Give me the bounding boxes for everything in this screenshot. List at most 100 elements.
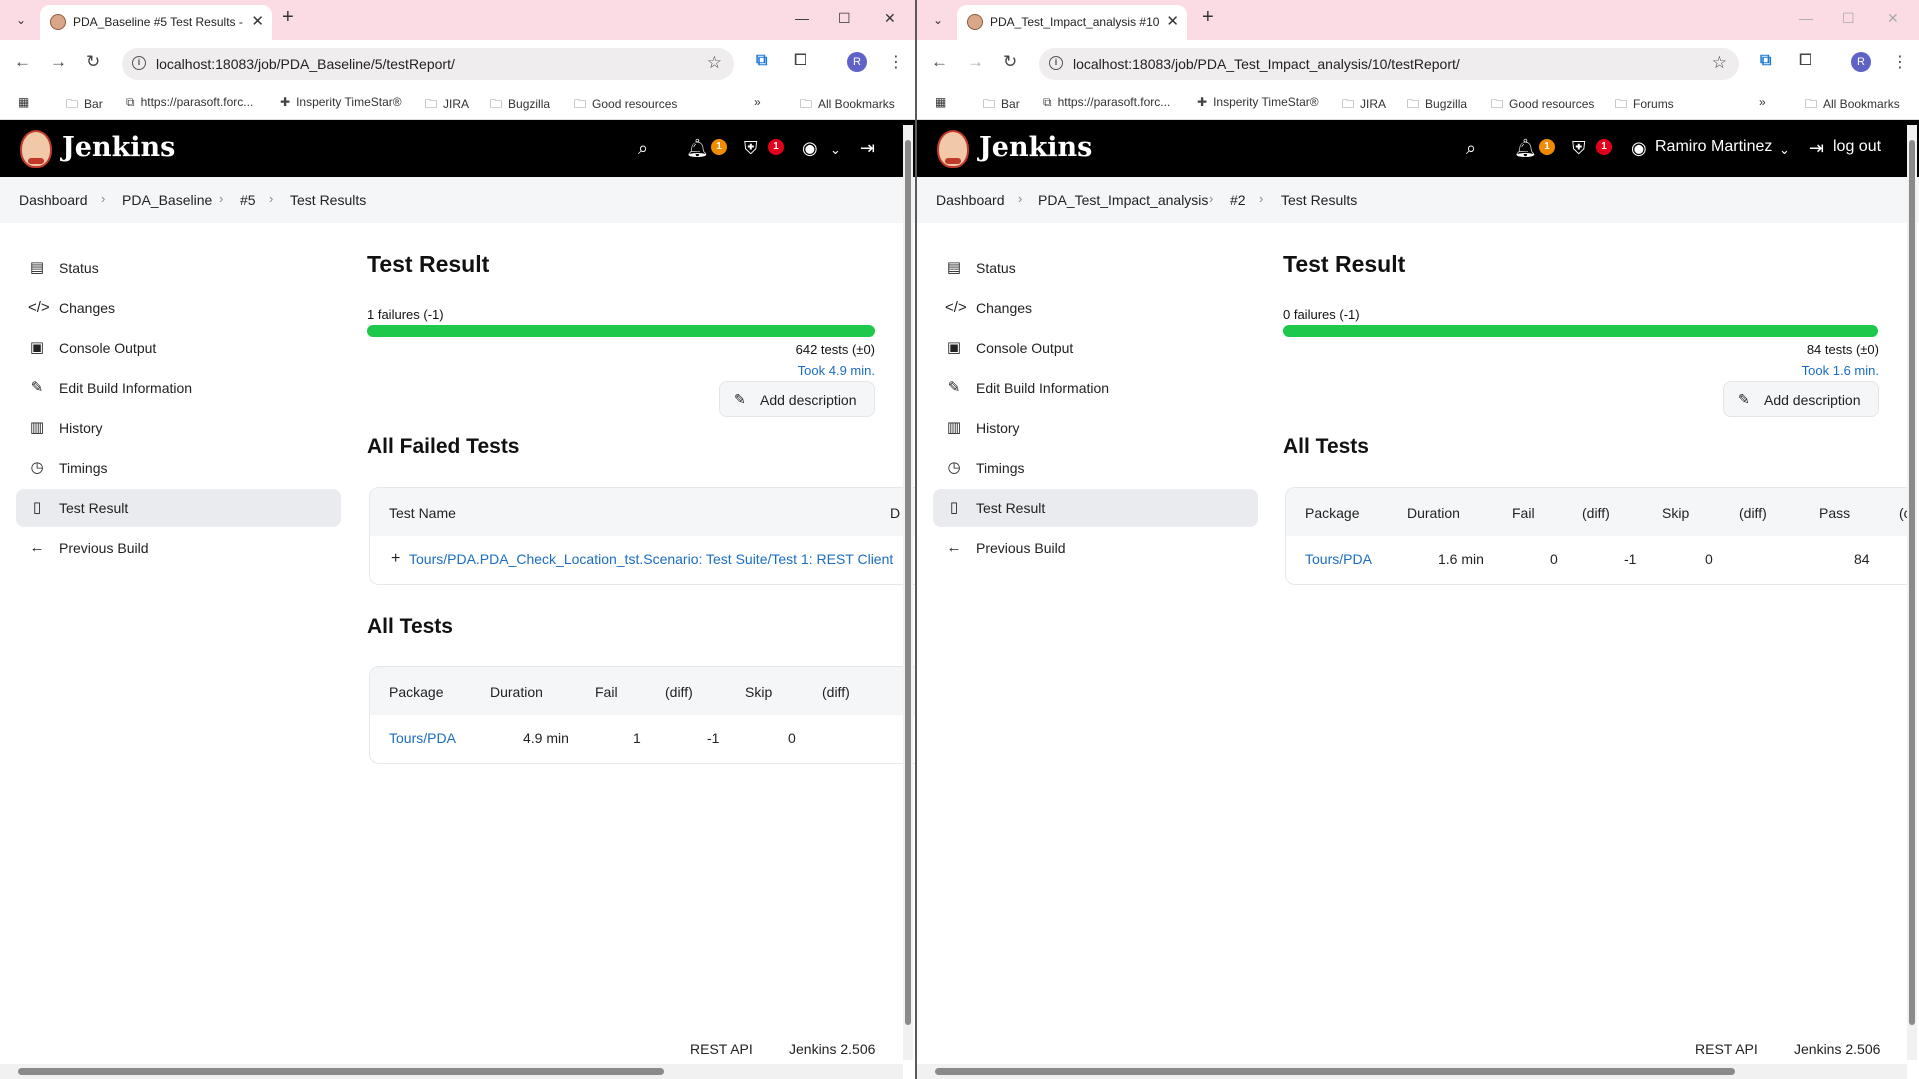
maximize-icon[interactable]: ☐ xyxy=(1842,10,1855,27)
add-description-button[interactable]: ✎ Add description xyxy=(1723,381,1879,417)
breadcrumb-test-results[interactable]: Test Results xyxy=(1281,192,1357,208)
bookmark-insperity[interactable]: ✚ Insperity TimeStar® xyxy=(280,95,402,109)
sidebar-item-test-result[interactable]: ▯ Test Result xyxy=(16,489,341,527)
profile-avatar[interactable]: R xyxy=(1851,52,1871,72)
bookmark-star-icon[interactable]: ☆ xyxy=(1712,53,1727,73)
jenkins-version-link[interactable]: Jenkins 2.506 xyxy=(789,1041,875,1057)
search-icon[interactable]: ⌕ xyxy=(1466,138,1476,159)
menu-kebab-icon[interactable]: ⋮ xyxy=(1892,52,1908,72)
horizontal-scrollbar[interactable] xyxy=(0,1064,903,1079)
back-icon[interactable]: ← xyxy=(14,52,31,72)
took-duration-link[interactable]: Took 4.9 min. xyxy=(798,363,875,378)
sidebar-item-edit-build[interactable]: ✎ Edit Build Information xyxy=(933,369,1258,407)
sidebar-item-edit-build[interactable]: ✎ Edit Build Information xyxy=(16,369,341,407)
chevron-down-icon[interactable]: ⌄ xyxy=(1779,142,1790,158)
bookmark-parasoft[interactable]: ⧉ https://parasoft.forc... xyxy=(1043,95,1170,110)
scrollbar-thumb[interactable] xyxy=(18,1068,664,1075)
logout-icon[interactable]: ⇥ xyxy=(860,138,875,159)
sidebar-item-console[interactable]: ▣ Console Output xyxy=(16,329,341,367)
logout-link[interactable]: log out xyxy=(1833,138,1881,156)
sidebar-item-test-result[interactable]: ▯ Test Result xyxy=(933,489,1258,527)
extension-icon[interactable]: ⧉ xyxy=(1760,52,1771,70)
address-bar[interactable]: i localhost:18083/job/PDA_Test_Impact_an… xyxy=(1039,48,1739,80)
close-window-icon[interactable]: ✕ xyxy=(1887,10,1899,27)
bookmark-bugzilla[interactable]: 🗀 Bugzilla xyxy=(490,95,550,116)
took-duration-link[interactable]: Took 1.6 min. xyxy=(1802,363,1879,378)
extensions-puzzle-icon[interactable]: ⧠ xyxy=(1799,52,1812,70)
close-tab-icon[interactable]: ✕ xyxy=(251,12,264,30)
breadcrumb-dashboard[interactable]: Dashboard xyxy=(19,192,88,208)
expand-icon[interactable]: + xyxy=(391,550,400,568)
column-duration[interactable]: Duration xyxy=(1407,505,1460,521)
bookmark-forums[interactable]: 🗀 Forums xyxy=(1615,95,1674,116)
extensions-puzzle-icon[interactable]: ⧠ xyxy=(794,52,807,70)
column-fail-diff[interactable]: (diff) xyxy=(665,684,693,700)
browser-tab[interactable]: PDA_Baseline #5 Test Results - J ✕ xyxy=(40,5,272,40)
bookmark-bar[interactable]: 🗀 Bar xyxy=(983,95,1020,116)
bookmark-star-icon[interactable]: ☆ xyxy=(707,53,722,73)
new-tab-icon[interactable]: + xyxy=(1202,6,1214,29)
security-shield-icon[interactable]: ⛨ xyxy=(1572,138,1586,159)
column-skip-diff[interactable]: (diff) xyxy=(822,684,850,700)
sidebar-item-timings[interactable]: ◷ Timings xyxy=(933,449,1258,487)
column-test-name[interactable]: Test Name xyxy=(389,505,456,521)
scrollbar-thumb[interactable] xyxy=(905,140,911,1025)
jenkins-title[interactable]: Jenkins xyxy=(62,132,175,163)
profile-avatar[interactable]: R xyxy=(847,52,867,72)
site-info-icon[interactable]: i xyxy=(1049,56,1063,70)
column-fail-diff[interactable]: (diff) xyxy=(1582,505,1610,521)
column-duration[interactable]: Duration xyxy=(490,684,543,700)
more-bookmarks-icon[interactable]: » xyxy=(754,95,761,109)
bookmark-good-resources[interactable]: 🗀 Good resources xyxy=(574,95,677,116)
column-skip-diff[interactable]: (diff) xyxy=(1739,505,1767,521)
sidebar-item-previous-build[interactable]: ← Previous Build xyxy=(933,529,1258,567)
reload-icon[interactable]: ↻ xyxy=(86,52,100,72)
column-pass[interactable]: Pass xyxy=(1819,505,1850,521)
breadcrumb-build[interactable]: #5 xyxy=(240,192,256,208)
bookmark-bugzilla[interactable]: 🗀 Bugzilla xyxy=(1407,95,1467,116)
menu-kebab-icon[interactable]: ⋮ xyxy=(888,52,904,72)
column-skip[interactable]: Skip xyxy=(1662,505,1689,521)
rest-api-link[interactable]: REST API xyxy=(1695,1041,1758,1057)
breadcrumb-job[interactable]: PDA_Baseline xyxy=(122,192,212,208)
column-package[interactable]: Package xyxy=(1305,505,1359,521)
user-name[interactable]: Ramiro Martinez xyxy=(1655,138,1772,156)
bookmark-bar[interactable]: 🗀 Bar xyxy=(66,95,103,116)
column-fail[interactable]: Fail xyxy=(1512,505,1535,521)
vertical-scrollbar[interactable] xyxy=(1907,125,1917,1060)
maximize-icon[interactable]: ☐ xyxy=(838,10,851,27)
site-info-icon[interactable]: i xyxy=(132,56,146,70)
close-window-icon[interactable]: ✕ xyxy=(884,10,896,27)
notifications-bell-icon[interactable]: 🔔︎ xyxy=(686,138,709,159)
close-tab-icon[interactable]: ✕ xyxy=(1166,12,1179,30)
tab-search-icon[interactable]: ⌄ xyxy=(10,9,32,31)
new-tab-icon[interactable]: + xyxy=(282,6,294,29)
browser-tab[interactable]: PDA_Test_Impact_analysis #10 T ✕ xyxy=(957,5,1187,40)
sidebar-item-timings[interactable]: ◷ Timings xyxy=(16,449,341,487)
reload-icon[interactable]: ↻ xyxy=(1003,52,1017,72)
sidebar-item-history[interactable]: ▥ History xyxy=(16,409,341,447)
failed-test-link[interactable]: Tours/PDA.PDA_Check_Location_tst.Scenari… xyxy=(409,551,893,567)
package-link[interactable]: Tours/PDA xyxy=(389,730,456,746)
chevron-down-icon[interactable]: ⌄ xyxy=(830,142,841,158)
sidebar-item-changes[interactable]: </> Changes xyxy=(16,289,341,327)
breadcrumb-build[interactable]: #2 xyxy=(1230,192,1246,208)
minimize-icon[interactable]: — xyxy=(1799,10,1813,26)
breadcrumb-test-results[interactable]: Test Results xyxy=(290,192,366,208)
jenkins-logo[interactable] xyxy=(20,130,52,168)
breadcrumb-dashboard[interactable]: Dashboard xyxy=(936,192,1005,208)
notifications-bell-icon[interactable]: 🔔︎ xyxy=(1514,138,1537,159)
extension-icon[interactable]: ⧉ xyxy=(756,52,767,70)
package-link[interactable]: Tours/PDA xyxy=(1305,551,1372,567)
bookmark-parasoft[interactable]: ⧉ https://parasoft.forc... xyxy=(126,95,253,110)
minimize-icon[interactable]: — xyxy=(795,10,809,26)
sidebar-item-changes[interactable]: </> Changes xyxy=(933,289,1258,327)
forward-icon[interactable]: → xyxy=(50,52,67,72)
sidebar-item-status[interactable]: ▤ Status xyxy=(16,249,341,287)
vertical-scrollbar[interactable] xyxy=(903,125,913,1060)
sidebar-item-console[interactable]: ▣ Console Output xyxy=(933,329,1258,367)
jenkins-version-link[interactable]: Jenkins 2.506 xyxy=(1794,1041,1880,1057)
user-icon[interactable]: ◉ xyxy=(802,138,818,159)
rest-api-link[interactable]: REST API xyxy=(690,1041,753,1057)
bookmark-insperity[interactable]: ✚ Insperity TimeStar® xyxy=(1197,95,1319,109)
